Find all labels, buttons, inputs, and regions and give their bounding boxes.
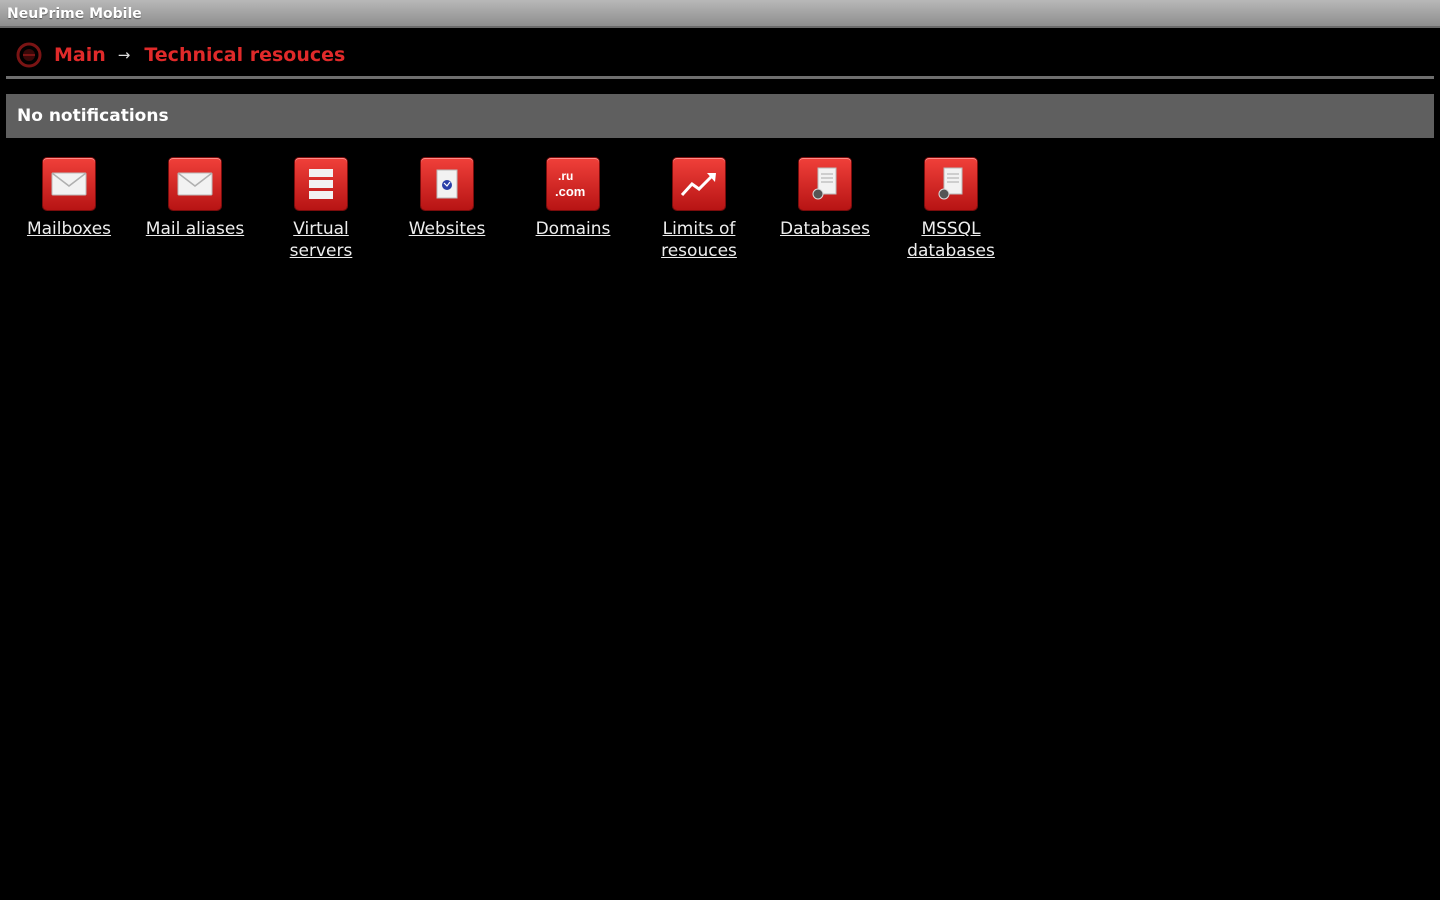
tile-label[interactable]: Virtual servers xyxy=(260,218,382,262)
tile-label[interactable]: Limits of resouces xyxy=(638,218,760,262)
tile-mssql-databases[interactable]: MSSQL databases xyxy=(888,158,1014,262)
web-page-icon[interactable] xyxy=(421,158,473,210)
envelope-icon[interactable] xyxy=(169,158,221,210)
tile-mail-aliases[interactable]: Mail aliases xyxy=(132,158,258,262)
database-doc-icon[interactable] xyxy=(925,158,977,210)
window-title: NeuPrime Mobile xyxy=(0,0,1440,28)
domain-icon[interactable]: .ru .com xyxy=(547,158,599,210)
breadcrumb-technical-resources[interactable]: Technical resouces xyxy=(144,44,345,66)
server-icon[interactable] xyxy=(295,158,347,210)
breadcrumb: Main → Technical resouces xyxy=(0,38,1440,72)
tile-mailboxes[interactable]: Mailboxes xyxy=(6,158,132,262)
home-circle-icon[interactable] xyxy=(16,42,42,68)
tile-websites[interactable]: Websites xyxy=(384,158,510,262)
trend-chart-icon[interactable] xyxy=(673,158,725,210)
database-doc-icon[interactable] xyxy=(799,158,851,210)
tile-domains[interactable]: .ru .com Domains xyxy=(510,158,636,262)
tile-label[interactable]: Mailboxes xyxy=(8,218,130,240)
tile-limits-of-resources[interactable]: Limits of resouces xyxy=(636,158,762,262)
tile-label[interactable]: Domains xyxy=(512,218,634,240)
breadcrumb-main[interactable]: Main xyxy=(54,44,106,66)
envelope-icon[interactable] xyxy=(43,158,95,210)
tile-virtual-servers[interactable]: Virtual servers xyxy=(258,158,384,262)
tile-databases[interactable]: Databases xyxy=(762,158,888,262)
tile-label[interactable]: Mail aliases xyxy=(134,218,256,240)
resource-tiles: Mailboxes Mail aliases Virtual servers W… xyxy=(6,158,1014,262)
header-divider xyxy=(6,76,1434,79)
domain-icon-ru: .ru xyxy=(558,169,573,183)
domain-icon-com: .com xyxy=(555,184,585,199)
tile-label[interactable]: MSSQL databases xyxy=(890,218,1012,262)
breadcrumb-arrow-icon: → xyxy=(117,46,131,64)
tile-label[interactable]: Databases xyxy=(764,218,886,240)
notification-bar: No notifications xyxy=(6,94,1434,138)
tile-label[interactable]: Websites xyxy=(386,218,508,240)
